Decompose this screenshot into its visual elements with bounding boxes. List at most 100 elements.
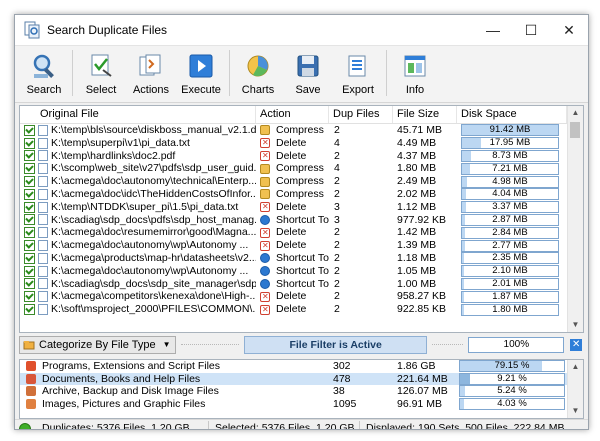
charts-button[interactable]: Charts	[233, 46, 283, 100]
action-cell[interactable]: Compress	[256, 175, 329, 188]
action-cell[interactable]: Delete	[256, 239, 329, 252]
table-row[interactable]: K:\scadiag\sdp_docs\sdp_site_manager\sdp…	[20, 278, 583, 291]
action-label: Shortcut To: ...	[276, 213, 329, 226]
column-original-file[interactable]: Original File	[20, 106, 256, 123]
disk-space-value: 8.73 MB	[492, 149, 528, 161]
category-row[interactable]: Programs, Extensions and Script Files 302…	[20, 360, 583, 373]
category-row[interactable]: Images, Pictures and Graphic Files 1095 96…	[20, 398, 583, 411]
action-cell[interactable]: Delete	[256, 201, 329, 214]
action-cell[interactable]: Delete	[256, 150, 329, 162]
column-disk-space[interactable]: Disk Space	[457, 106, 567, 123]
file-size: 958.27 KB	[397, 290, 447, 303]
column-file-size[interactable]: File Size	[393, 106, 457, 123]
table-row[interactable]: K:\acmega\doc\autonomy\wp\Autonomy ... Sh…	[20, 265, 583, 278]
scroll-down-arrow-icon[interactable]: ▼	[568, 318, 583, 332]
filter-status-indicator[interactable]: File Filter is Active	[244, 336, 428, 354]
disk-space-cell: 7.21 MB	[457, 162, 567, 175]
table-row[interactable]: K:\temp\bls\source\diskboss_manual_v2.1.…	[20, 124, 583, 137]
scroll-up-arrow-icon[interactable]: ▲	[568, 360, 583, 374]
disk-space-bar: 2.87 MB	[461, 213, 559, 226]
checkbox[interactable]	[24, 252, 35, 264]
checkbox[interactable]	[24, 304, 35, 316]
action-cell[interactable]: Compress	[256, 162, 329, 175]
disk-space-bar: 7.21 MB	[461, 162, 559, 175]
file-icon	[38, 124, 48, 136]
action-cell[interactable]: Delete	[256, 303, 329, 316]
table-row[interactable]: K:\acmega\doc\autonomy\wp\Autonomy ... De…	[20, 239, 583, 252]
checkbox[interactable]	[24, 227, 35, 239]
file-cell: K:\scadiag\sdp_docs\pdfs\sdp_host_manag.…	[20, 214, 256, 227]
action-cell[interactable]: Compress	[256, 188, 329, 201]
scrollbar-thumb[interactable]	[570, 122, 580, 138]
checkbox[interactable]	[24, 214, 35, 226]
table-scrollbar[interactable]: ▲ ▼	[567, 106, 583, 332]
category-row[interactable]: Documents, Books and Help Files 478 221.64…	[20, 372, 583, 386]
disk-space-value: 17.95 MB	[489, 137, 531, 149]
checkbox[interactable]	[24, 201, 35, 213]
action-cell[interactable]: Shortcut To: ...	[256, 214, 329, 227]
table-row[interactable]: K:\acmega\doc\idc\TheHiddenCostsOfInfor.…	[20, 188, 583, 201]
dup-files: 2	[334, 303, 340, 316]
categorize-select[interactable]: Categorize By File Type ▼	[19, 336, 176, 354]
close-filter-icon[interactable]: ✕	[570, 339, 582, 351]
file-size: 1.18 MB	[397, 251, 437, 264]
checkbox[interactable]	[24, 265, 35, 277]
checkbox[interactable]	[24, 163, 35, 175]
action-cell[interactable]: Shortcut To: ...	[256, 278, 329, 291]
select-button[interactable]: Select	[76, 46, 126, 100]
disk-space-cell: 2.35 MB	[457, 252, 567, 265]
category-files: 38	[333, 385, 345, 398]
checkbox[interactable]	[24, 188, 35, 200]
maximize-button[interactable]: ☐	[512, 15, 550, 45]
file-cell: K:\acmega\doc\autonomy\wp\Autonomy ...	[20, 239, 256, 252]
table-row[interactable]: K:\acmega\doc\resumemirror\good\Magna...…	[20, 226, 583, 239]
categories-scrollbar[interactable]: ▲ ▼	[567, 360, 583, 418]
checkbox[interactable]	[24, 176, 35, 188]
action-cell[interactable]: Shortcut To: ...	[256, 252, 329, 265]
table-row[interactable]: K:\acmega\doc\autonomy\technical\Enterp.…	[20, 175, 583, 188]
checkbox[interactable]	[24, 124, 35, 136]
action-cell[interactable]: Delete	[256, 137, 329, 150]
action-cell[interactable]: Delete	[256, 226, 329, 239]
action-cell[interactable]: Compress	[256, 124, 329, 137]
minimize-button[interactable]: —	[474, 15, 512, 45]
column-action[interactable]: Action	[256, 106, 329, 123]
table-row[interactable]: K:\scomp\web_site\v27\pdfs\sdp_user_guid…	[20, 162, 583, 175]
file-cell: K:\scadiag\sdp_docs\sdp_site_manager\sdp…	[20, 278, 256, 291]
scroll-down-arrow-icon[interactable]: ▼	[568, 404, 583, 418]
checkbox[interactable]	[24, 278, 35, 290]
info-button[interactable]: Info	[390, 46, 440, 100]
disk-space-bar: 17.95 MB	[461, 137, 559, 150]
file-cell: K:\scomp\web_site\v27\pdfs\sdp_user_guid…	[20, 162, 256, 175]
table-row[interactable]: K:\scadiag\sdp_docs\pdfs\sdp_host_manag.…	[20, 214, 583, 227]
table-row[interactable]: K:\temp\NTDDK\super_pi\1.5\pi_data.txt De…	[20, 201, 583, 214]
column-dup-files[interactable]: Dup Files	[329, 106, 393, 123]
disk-space-bar: 1.87 MB	[461, 290, 559, 303]
checkbox[interactable]	[24, 137, 35, 149]
actions-button[interactable]: Actions	[126, 46, 176, 100]
table-row[interactable]: K:\temp\hardlinks\doc2.pdf Delete 2 4.37 MB…	[20, 149, 583, 162]
export-button[interactable]: Export	[333, 46, 383, 100]
disk-space-value: 3.37 MB	[492, 201, 528, 213]
table-row[interactable]: K:\soft\msproject_2000\PFILES\COMMON\...…	[20, 303, 583, 316]
execute-button[interactable]: Execute	[176, 46, 226, 100]
close-button[interactable]: ✕	[550, 15, 588, 45]
action-cell[interactable]: Delete	[256, 290, 329, 303]
file-size: 45.71 MB	[397, 124, 442, 136]
disk-space-value: 1.80 MB	[492, 303, 528, 315]
disk-space-value: 4.98 MB	[492, 175, 528, 187]
checkbox[interactable]	[24, 291, 35, 303]
search-button[interactable]: Search	[19, 46, 69, 100]
checkbox[interactable]	[24, 150, 35, 162]
save-button[interactable]: Save	[283, 46, 333, 100]
action-cell[interactable]: Shortcut To: ...	[256, 265, 329, 278]
table-row[interactable]: K:\acmega\competitors\kenexa\done\High-.…	[20, 290, 583, 303]
scroll-up-arrow-icon[interactable]: ▲	[568, 106, 583, 120]
checkbox[interactable]	[24, 240, 35, 252]
table-row[interactable]: K:\acmega\products\map-hr\datasheets\v2.…	[20, 252, 583, 265]
table-row[interactable]: K:\temp\superpi\v1\pi_data.txt Delete 4 4.4…	[20, 137, 583, 150]
delete-icon	[260, 150, 270, 162]
category-row[interactable]: Archive, Backup and Disk Image Files 38 12…	[20, 385, 583, 398]
disk-space-value: 7.21 MB	[492, 162, 528, 174]
info-label: Info	[405, 84, 425, 96]
